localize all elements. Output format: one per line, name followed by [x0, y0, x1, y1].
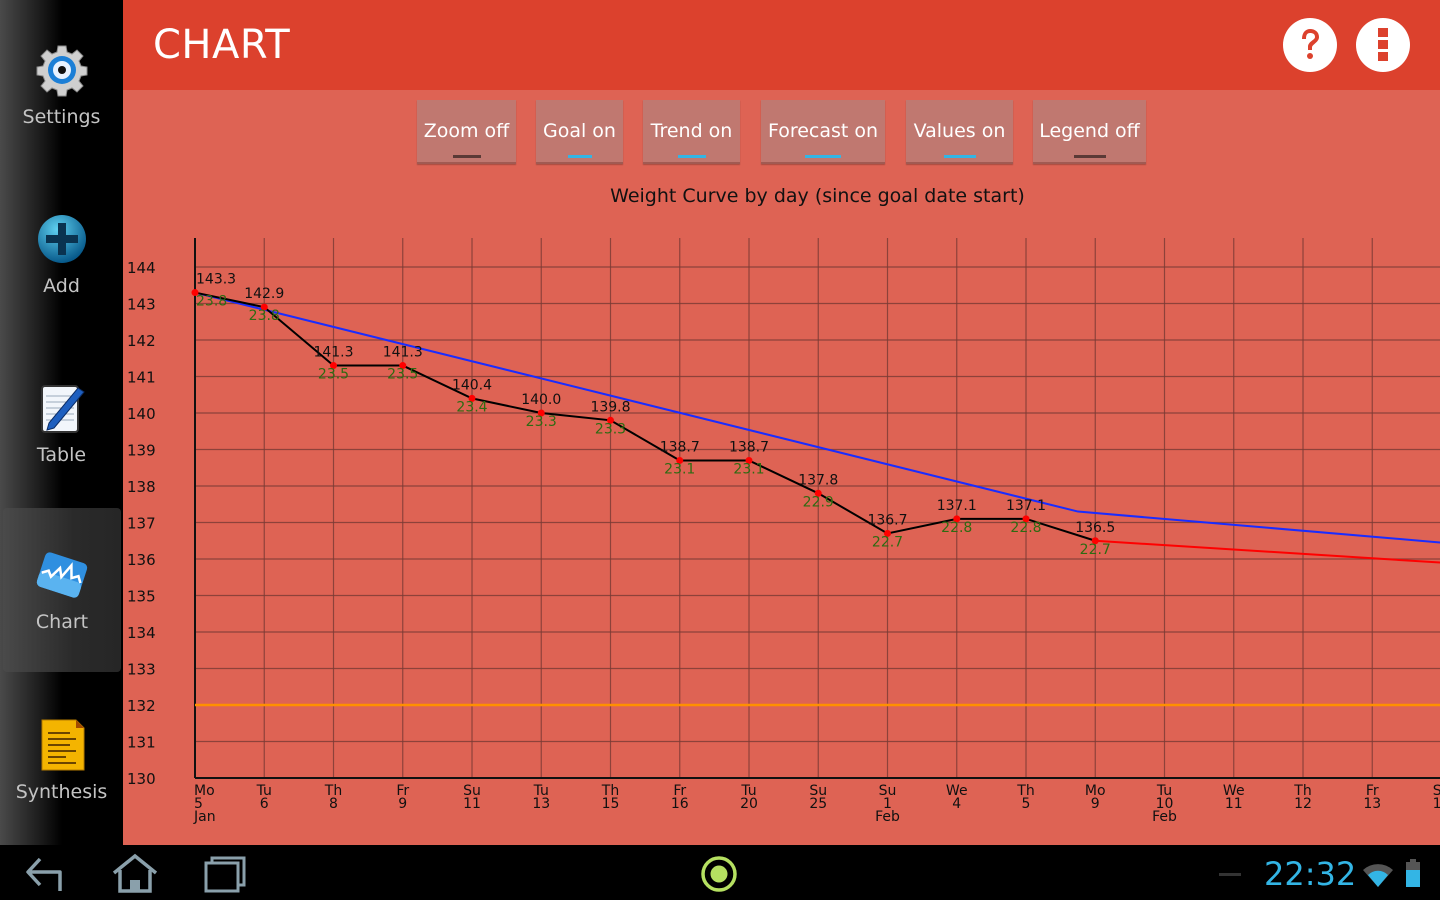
x-tick-label: 12	[1294, 796, 1312, 812]
overflow-menu-icon	[1378, 28, 1388, 61]
x-tick-label: 20	[740, 796, 758, 812]
y-tick-label: 143	[127, 296, 156, 314]
bmi-value-label: 23.8	[196, 294, 227, 310]
sidebar-item-label: Synthesis	[15, 780, 108, 803]
weight-chart[interactable]: 1301311321331341351361371381391401411421…	[123, 90, 1440, 845]
x-tick-label: 9	[1091, 796, 1100, 812]
sidebar-item-label: Chart	[35, 611, 89, 633]
x-tick-label: 15	[602, 796, 620, 812]
sidebar: Settings Add Table Chart Synthesis	[0, 0, 123, 845]
back-icon[interactable]	[22, 853, 70, 893]
sidebar-item-table[interactable]: Table	[0, 340, 123, 505]
x-tick-label: 13	[532, 796, 550, 812]
x-axis-ticks: Mo5JanTu6Th8Fr9Su11Tu13Th15Fr16Tu20Su25S…	[193, 783, 1440, 825]
bmi-value-label: 23.4	[456, 399, 487, 415]
bmi-value-label: 22.9	[803, 494, 834, 510]
help-button[interactable]	[1283, 18, 1337, 72]
weight-value-label: 139.8	[590, 399, 630, 415]
x-tick-label: Jan	[193, 809, 216, 825]
target-circle-icon[interactable]	[698, 853, 740, 895]
sidebar-item-add[interactable]: Add	[0, 171, 123, 336]
bmi-value-label: 23.1	[733, 461, 764, 477]
y-axis-ticks: 130 131 132 133 134 135 136 137 138 139 140 141 142 1…	[127, 259, 156, 788]
notification-dash	[1219, 873, 1241, 876]
y-tick-label: 137	[127, 515, 156, 533]
battery-icon	[1406, 859, 1420, 887]
x-tick-label: 16	[671, 796, 689, 812]
weight-value-label: 137.8	[798, 472, 838, 488]
bmi-value-label: 22.8	[941, 520, 972, 536]
bmi-value-label: 22.8	[1010, 520, 1041, 536]
wifi-icon	[1363, 864, 1393, 887]
x-tick-label: 25	[809, 796, 827, 812]
y-tick-label: 140	[127, 405, 156, 423]
sidebar-item-label: Add	[43, 274, 80, 297]
y-tick-label: 132	[127, 697, 156, 715]
weight-value-label: 142.9	[244, 286, 284, 302]
y-tick-label: 136	[127, 551, 156, 569]
weight-value-label: 136.7	[867, 512, 907, 528]
x-tick-label: 6	[260, 796, 269, 812]
y-tick-label: 139	[127, 442, 156, 460]
x-tick-label: Feb	[1152, 809, 1177, 825]
bmi-value-label: 23.5	[387, 367, 418, 383]
weight-value-label: 137.1	[937, 498, 977, 514]
help-icon	[1302, 29, 1319, 59]
x-tick-label: 11	[1225, 796, 1243, 812]
x-tick-label: Feb	[875, 809, 900, 825]
plus-circle-icon	[37, 214, 86, 263]
bmi-value-label: 22.7	[872, 534, 903, 550]
weight-value-label: 141.3	[383, 345, 423, 361]
weight-value-label: 138.7	[729, 439, 769, 455]
page-title: CHART	[153, 22, 291, 68]
document-icon	[41, 719, 84, 770]
chart-screen: Zoom off Goal on Trend on Forecast on Va…	[123, 90, 1440, 845]
weight-value-label: 143.3	[196, 272, 236, 288]
weight-value-label: 137.1	[1006, 498, 1046, 514]
x-tick-label: 13	[1363, 796, 1381, 812]
bmi-value-label: 23.8	[249, 308, 280, 324]
y-tick-label: 141	[127, 369, 156, 387]
y-tick-label: 131	[127, 734, 156, 752]
weight-value-label: 138.7	[660, 439, 700, 455]
x-tick-label: 9	[398, 796, 407, 812]
system-navigation-bar: 22:32	[0, 845, 1440, 900]
sidebar-item-chart[interactable]: Chart	[3, 508, 121, 672]
app-header: CHART	[123, 0, 1440, 90]
x-tick-label: 5	[1022, 796, 1031, 812]
y-tick-label: 134	[127, 624, 156, 642]
sidebar-item-label: Settings	[22, 105, 101, 128]
y-tick-label: 133	[127, 661, 156, 679]
sidebar-item-label: Table	[36, 443, 87, 466]
y-tick-label: 144	[127, 259, 156, 277]
bmi-value-label: 23.3	[595, 421, 626, 437]
home-icon[interactable]	[110, 853, 160, 893]
chart-icon	[36, 552, 88, 598]
recent-apps-icon[interactable]	[202, 853, 250, 893]
overflow-menu-button[interactable]	[1356, 18, 1410, 72]
sidebar-item-settings[interactable]: Settings	[0, 2, 123, 167]
bmi-value-label: 23.3	[526, 414, 557, 430]
weight-value-label: 140.4	[452, 377, 492, 393]
weight-value-label: 140.0	[521, 392, 561, 408]
y-tick-label: 142	[127, 332, 156, 350]
y-tick-label: 138	[127, 478, 156, 496]
y-tick-label: 130	[127, 770, 156, 788]
bmi-value-label: 22.7	[1080, 542, 1111, 558]
bmi-value-label: 23.5	[318, 367, 349, 383]
gear-icon	[36, 45, 87, 96]
x-tick-label: 8	[329, 796, 338, 812]
x-tick-label: 11	[463, 796, 481, 812]
bmi-value-label: 23.1	[664, 461, 695, 477]
x-tick-label: 4	[952, 796, 961, 812]
y-tick-label: 135	[127, 588, 156, 606]
sidebar-item-synthesis[interactable]: Synthesis	[0, 677, 123, 842]
notepad-pen-icon	[40, 384, 85, 433]
x-tick-label: 14	[1433, 796, 1440, 812]
clock: 22:32	[1264, 855, 1357, 893]
weight-value-label: 141.3	[313, 345, 353, 361]
weight-value-label: 136.5	[1075, 520, 1115, 536]
